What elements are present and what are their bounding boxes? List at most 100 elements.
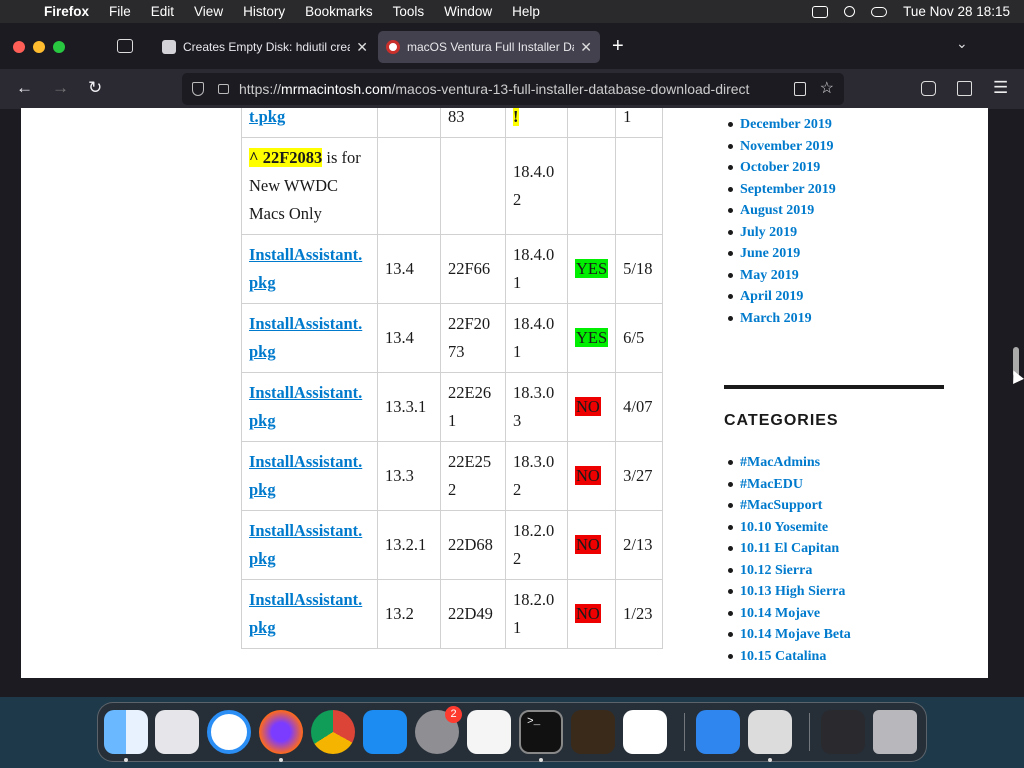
tab-close-icon[interactable]: ✕ — [356, 39, 368, 56]
screen-mirroring-icon[interactable] — [812, 5, 829, 18]
category-link[interactable]: 10.12 Sierra — [740, 563, 812, 578]
archive-link[interactable]: April 2019 — [740, 289, 803, 304]
archive-item: June 2019 — [724, 243, 836, 265]
zoom-window-button[interactable] — [53, 41, 65, 53]
dock-separator — [684, 713, 685, 751]
table-cell — [566, 108, 617, 138]
menu-history[interactable]: History — [243, 4, 285, 19]
close-window-button[interactable] — [13, 41, 25, 53]
tab-close-icon[interactable]: ✕ — [580, 39, 592, 56]
reader-view-icon[interactable] — [794, 82, 806, 96]
category-link[interactable]: 10.14 Mojave Beta — [740, 627, 851, 642]
categories-heading: CATEGORIES — [724, 412, 839, 429]
category-link[interactable]: 10.13 High Sierra — [740, 584, 845, 599]
hamburger-menu-icon[interactable]: ☰ — [993, 78, 1008, 98]
download-link[interactable]: InstallAssistant.pkg — [249, 310, 370, 366]
url-bar[interactable]: https://mrmacintosh.com/macos-ventura-13… — [182, 73, 844, 105]
downloads-stack-icon[interactable] — [821, 710, 865, 754]
download-link[interactable]: InstallAssistant.pkg — [249, 241, 370, 297]
new-tab-icon[interactable]: + — [612, 35, 624, 58]
app-store-icon[interactable] — [363, 710, 407, 754]
category-link[interactable]: 10.11 El Capitan — [740, 541, 839, 556]
build-highlight: ^ 22F2083 — [249, 148, 323, 167]
archive-link[interactable]: March 2019 — [740, 311, 812, 326]
download-link[interactable]: InstallAssistant.pkg — [249, 517, 370, 573]
extensions-puzzle-icon[interactable] — [957, 81, 972, 96]
category-link[interactable]: #MacSupport — [740, 498, 822, 513]
download-link[interactable]: InstallAssistant.pkg — [249, 379, 370, 435]
notification-badge: 2 — [445, 706, 462, 723]
category-link[interactable]: #MacAdmins — [740, 455, 820, 470]
menubar-clock[interactable]: Tue Nov 28 18:15 — [903, 4, 1010, 19]
table-cell — [566, 137, 617, 235]
firefox-icon[interactable] — [259, 710, 303, 754]
reload-icon[interactable]: ↻ — [88, 78, 102, 98]
table-cell — [377, 137, 441, 235]
tab-hdiutil[interactable]: Creates Empty Disk: hdiutil create ✕ — [154, 31, 376, 63]
table-cell: NO — [566, 510, 617, 580]
forward-arrow-icon[interactable]: → — [52, 78, 69, 98]
archive-item: October 2019 — [724, 157, 836, 179]
spotlight-search-icon[interactable] — [844, 6, 856, 17]
menu-tools[interactable]: Tools — [393, 4, 425, 19]
vscode-icon[interactable] — [623, 710, 667, 754]
table-cell — [377, 108, 441, 138]
category-link[interactable]: #MacEDU — [740, 477, 803, 492]
menu-app-firefox[interactable]: Firefox — [44, 4, 89, 19]
preview-icon[interactable] — [748, 710, 792, 754]
table-cell: InstallAssistant.pkg — [241, 579, 378, 649]
launchpad-icon[interactable] — [155, 710, 199, 754]
menu-window[interactable]: Window — [444, 4, 492, 19]
running-indicator — [539, 758, 543, 762]
category-link[interactable]: 10.14 Mojave — [740, 606, 820, 621]
table-cell: 13.2 — [377, 579, 441, 649]
archive-link[interactable]: December 2019 — [740, 117, 832, 132]
bookmark-star-icon[interactable]: ☆ — [820, 78, 834, 98]
minimize-window-button[interactable] — [33, 41, 45, 53]
garageband-icon[interactable] — [571, 710, 615, 754]
download-link[interactable]: InstallAssistant.pkg — [249, 448, 370, 504]
download-link[interactable]: t.pkg — [249, 108, 285, 126]
archive-link[interactable]: November 2019 — [740, 139, 833, 154]
weather-icon[interactable] — [696, 710, 740, 754]
menu-bookmarks[interactable]: Bookmarks — [305, 4, 373, 19]
table-cell: 22E252 — [440, 441, 506, 511]
tracking-protection-shield-icon[interactable] — [192, 82, 204, 96]
tab-ventura-installer[interactable]: macOS Ventura Full Installer Data ✕ — [378, 31, 600, 63]
back-arrow-icon[interactable]: ← — [16, 78, 33, 98]
table-cell: 13.3 — [377, 441, 441, 511]
archive-link[interactable]: August 2019 — [740, 203, 814, 218]
download-link[interactable]: InstallAssistant.pkg — [249, 586, 370, 642]
firefox-view-icon[interactable] — [117, 39, 133, 53]
menu-file[interactable]: File — [109, 4, 131, 19]
safari-icon[interactable] — [207, 710, 251, 754]
terminal-icon[interactable]: >_ — [519, 710, 563, 754]
category-link[interactable]: 10.10 Yosemite — [740, 520, 828, 535]
archive-link[interactable]: June 2019 — [740, 246, 800, 261]
category-item: #MacAdmins — [724, 452, 851, 474]
pocket-icon[interactable] — [921, 81, 936, 96]
status-badge: YES — [575, 259, 609, 278]
table-cell: 18.4.01 — [505, 303, 568, 373]
chrome-icon[interactable] — [311, 710, 355, 754]
safari-version: 18.2.02 — [513, 521, 555, 568]
safari-version: 18.3.03 — [513, 383, 555, 430]
menu-view[interactable]: View — [194, 4, 223, 19]
archive-link[interactable]: October 2019 — [740, 160, 820, 175]
archive-link[interactable]: May 2019 — [740, 268, 799, 283]
finder-icon[interactable] — [104, 710, 148, 754]
padlock-icon[interactable] — [218, 84, 229, 94]
archive-link[interactable]: September 2019 — [740, 182, 836, 197]
category-item: #MacSupport — [724, 495, 851, 517]
list-all-tabs-chevron-icon[interactable]: ⌄ — [956, 35, 968, 52]
menu-help[interactable]: Help — [512, 4, 540, 19]
textedit-icon[interactable] — [467, 710, 511, 754]
control-center-icon[interactable] — [871, 6, 888, 17]
category-item: 10.14 Mojave Beta — [724, 624, 851, 646]
menu-edit[interactable]: Edit — [151, 4, 174, 19]
category-item: 10.10 Yosemite — [724, 517, 851, 539]
archive-link[interactable]: July 2019 — [740, 225, 797, 240]
category-link[interactable]: 10.15 Catalina — [740, 649, 826, 664]
url-text[interactable]: https://mrmacintosh.com/macos-ventura-13… — [239, 81, 775, 97]
trash-icon[interactable] — [873, 710, 917, 754]
